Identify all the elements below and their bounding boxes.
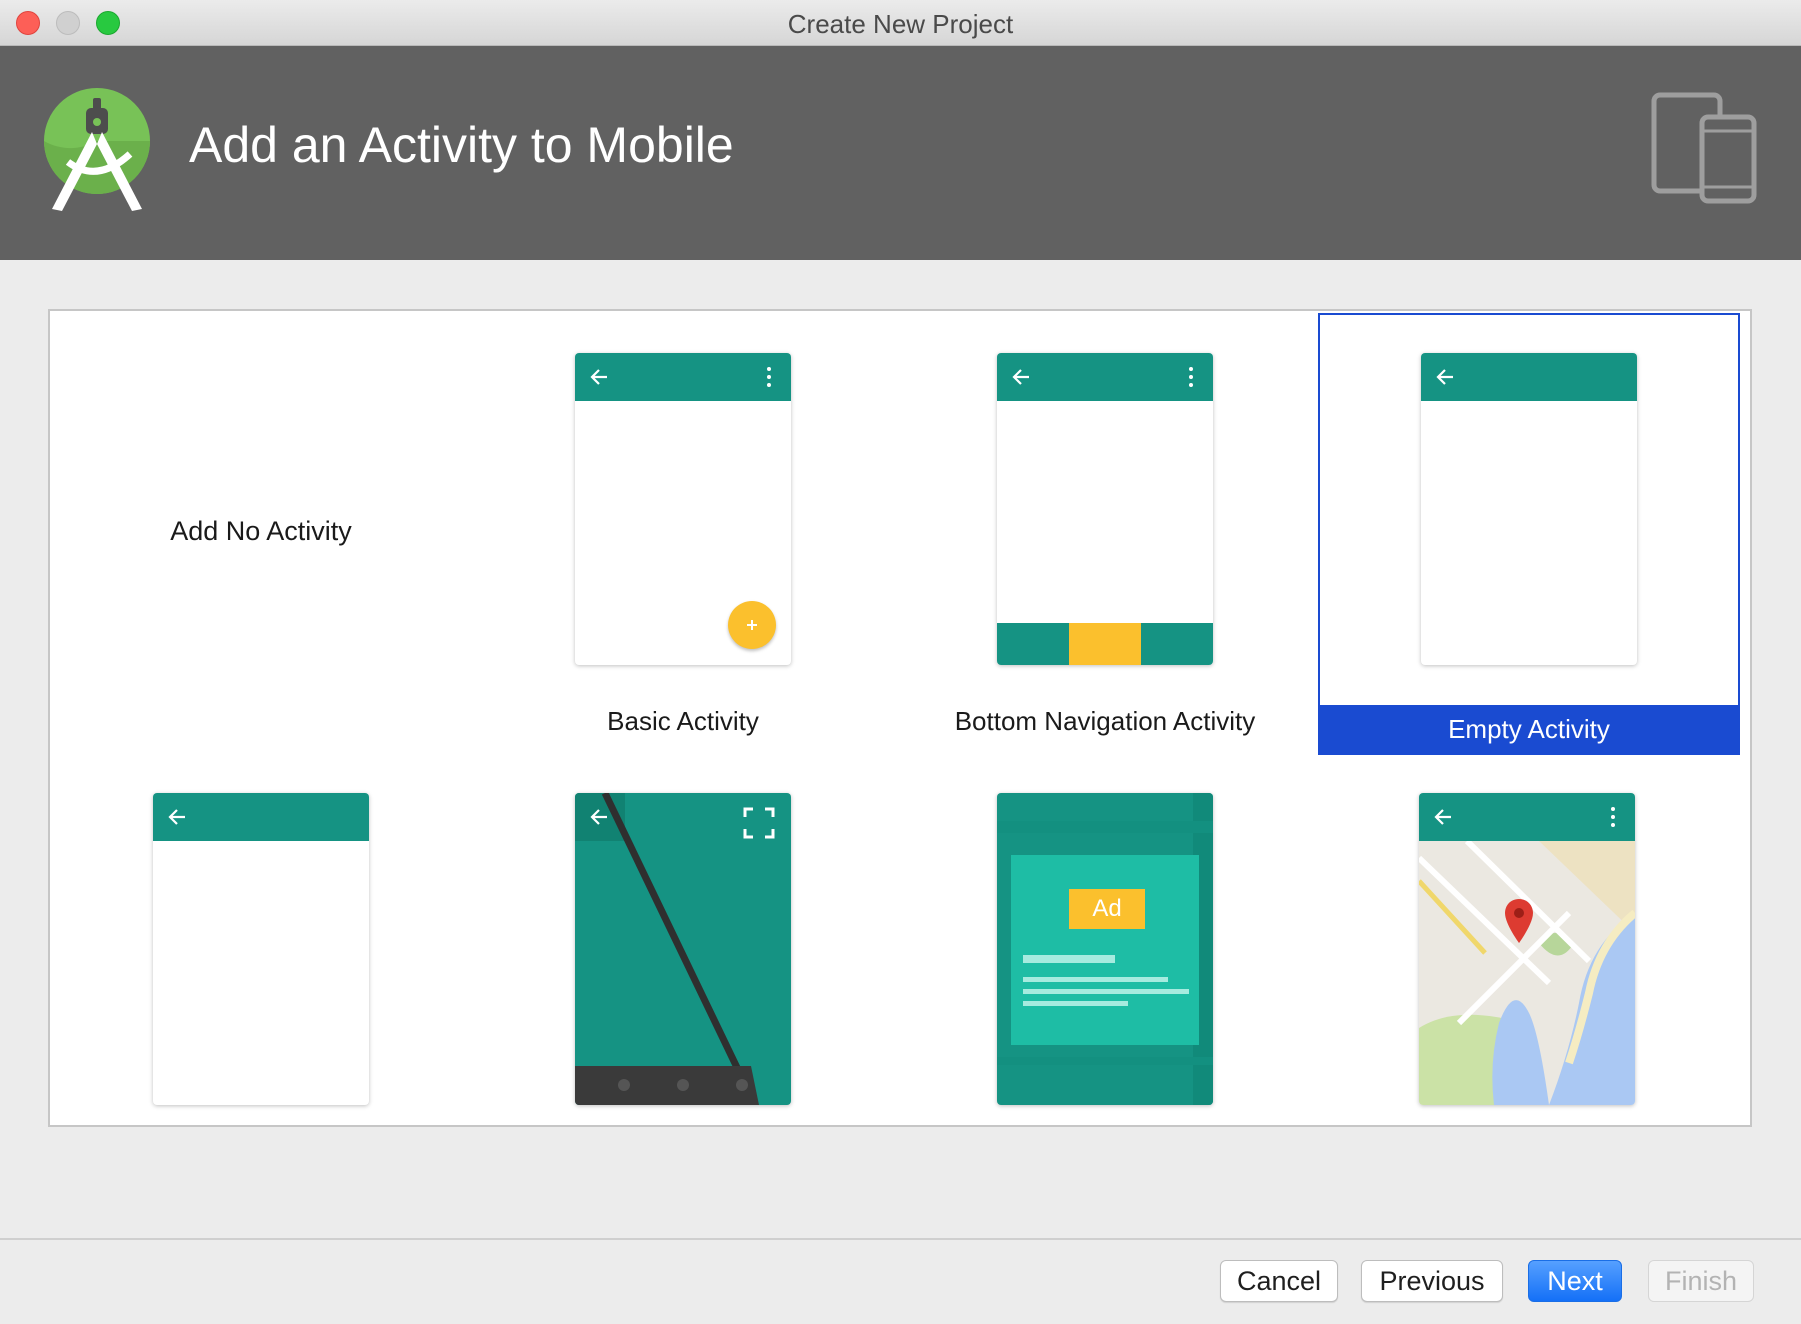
create-project-window: Create New Project Add an Activity to Mo… xyxy=(0,0,1801,1324)
template-preview xyxy=(575,353,791,665)
overflow-menu-icon xyxy=(767,367,771,387)
template-preview xyxy=(575,793,791,1105)
template-basic-activity[interactable]: Basic Activity xyxy=(472,311,894,751)
fullscreen-illustration xyxy=(575,793,759,1105)
tablet-phone-icon xyxy=(1651,92,1757,204)
footer-divider xyxy=(0,1238,1801,1240)
fullscreen-icon xyxy=(743,807,775,839)
app-bar xyxy=(1419,793,1635,841)
back-arrow-icon xyxy=(590,809,607,825)
selected-nav-item xyxy=(1069,623,1141,665)
template-admob-activity[interactable]: Ad xyxy=(894,751,1316,1125)
template-preview xyxy=(1421,353,1637,665)
app-bar xyxy=(997,353,1213,401)
previous-button[interactable]: Previous xyxy=(1361,1260,1503,1302)
app-bar xyxy=(1421,353,1637,401)
overflow-menu-icon xyxy=(1611,807,1615,827)
ad-title-line xyxy=(1023,955,1115,963)
template-empty-activity[interactable]: Empty Activity xyxy=(1318,313,1740,755)
window-title: Create New Project xyxy=(787,9,1014,39)
map-pin-icon xyxy=(1505,899,1533,943)
back-arrow-icon xyxy=(1436,369,1453,385)
template-blank-fragment-activity[interactable] xyxy=(50,751,472,1125)
next-button[interactable]: Next xyxy=(1528,1260,1622,1302)
divider xyxy=(997,1057,1213,1065)
ad-text-line xyxy=(1023,977,1168,982)
cancel-button[interactable]: Cancel xyxy=(1220,1260,1338,1302)
ad-card: Ad xyxy=(1011,855,1199,1045)
divider xyxy=(997,821,1213,833)
app-bar xyxy=(153,793,369,841)
bottom-navigation-bar xyxy=(997,623,1213,665)
activity-template-gallery: Add No Activity Basic Activity Bottom Na… xyxy=(48,309,1752,1127)
template-google-maps-activity[interactable] xyxy=(1316,751,1750,1125)
template-fullscreen-activity[interactable] xyxy=(472,751,894,1125)
template-label: Bottom Navigation Activity xyxy=(954,706,1256,736)
wizard-header: Add an Activity to Mobile xyxy=(0,46,1801,260)
android-studio-logo-icon xyxy=(44,88,150,211)
ad-text-line xyxy=(1023,1001,1128,1006)
page-title: Add an Activity to Mobile xyxy=(189,117,734,173)
title-bar: Create New Project xyxy=(0,0,1801,46)
finish-button[interactable]: Finish xyxy=(1648,1260,1754,1302)
app-bar xyxy=(575,353,791,401)
template-preview xyxy=(153,793,369,1105)
back-arrow-icon xyxy=(168,809,185,825)
template-preview xyxy=(997,353,1213,665)
back-arrow-icon xyxy=(1434,809,1451,825)
template-label: Empty Activity xyxy=(1320,705,1738,753)
template-preview: Ad xyxy=(997,793,1213,1105)
template-add-no-activity[interactable]: Add No Activity xyxy=(50,311,472,751)
ad-text-line xyxy=(1023,989,1189,994)
back-arrow-icon xyxy=(590,369,607,385)
template-label: Add No Activity xyxy=(170,516,352,546)
overflow-menu-icon xyxy=(1189,367,1193,387)
back-arrow-icon xyxy=(1012,369,1029,385)
template-preview xyxy=(1419,793,1635,1105)
template-label: Basic Activity xyxy=(607,706,759,736)
fab-add-icon xyxy=(728,601,776,649)
template-bottom-navigation-activity[interactable]: Bottom Navigation Activity xyxy=(894,311,1316,751)
ad-badge: Ad xyxy=(1069,889,1145,929)
